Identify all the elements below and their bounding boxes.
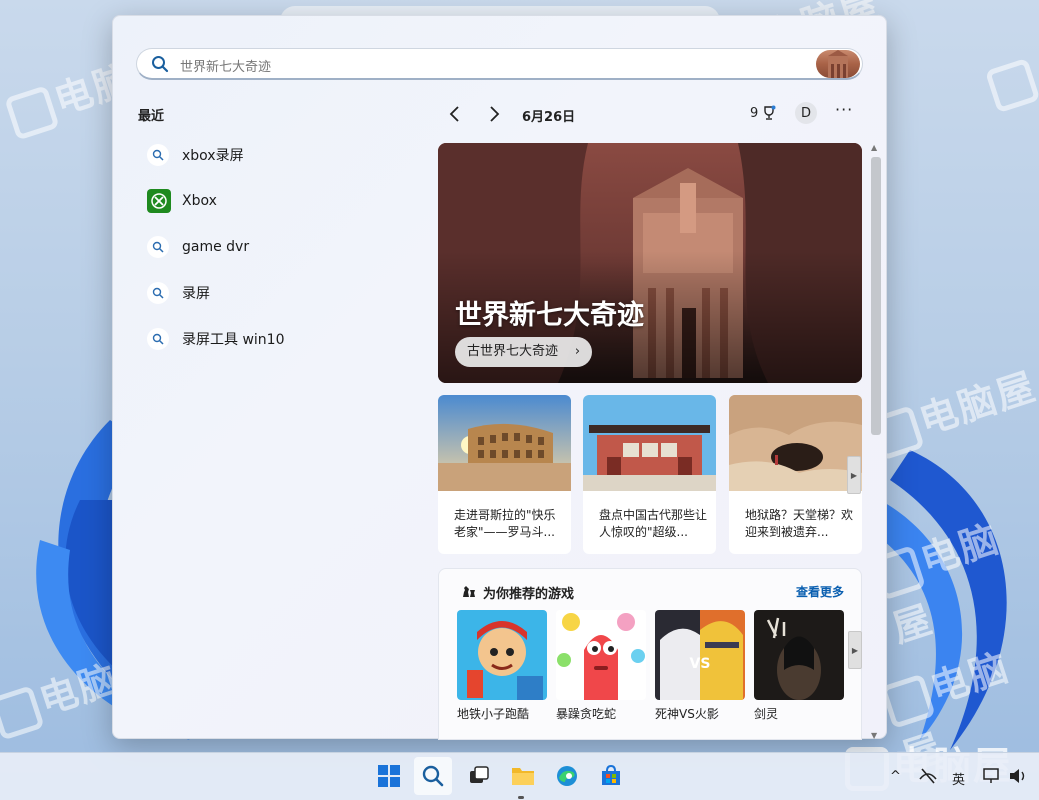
recent-item[interactable]: game dvr (147, 233, 249, 261)
folder-icon (512, 768, 534, 785)
chevron-right-icon: › (574, 344, 581, 359)
search-taskbar-button[interactable] (414, 757, 452, 795)
windows-icon (378, 765, 400, 787)
previous-day-button[interactable] (445, 104, 465, 124)
cave-image (729, 395, 862, 491)
cards-scroll-right-button[interactable]: ▶ (847, 456, 861, 494)
game-tile[interactable]: 剑灵 (754, 610, 844, 722)
recent-item-label: xbox录屏 (182, 148, 244, 164)
network-off-icon[interactable] (918, 767, 938, 785)
search-icon (422, 765, 444, 787)
news-card[interactable]: 盘点中国古代那些让人惊叹的"超级... (583, 395, 716, 554)
search-icon (147, 328, 169, 350)
recent-item-label: Xbox (182, 193, 217, 209)
recent-item-label: game dvr (182, 239, 250, 255)
search-icon (152, 56, 169, 73)
rewards-points[interactable]: 9 (750, 105, 777, 121)
see-more-link[interactable]: 查看更多 (796, 583, 844, 600)
recent-item[interactable]: 录屏工具 win10 (147, 325, 284, 353)
game-title: 剑灵 (754, 707, 779, 721)
search-input-text: 世界新七大奇迹 (180, 60, 272, 75)
chinese-gate-image (583, 395, 716, 491)
game-thumbnail (457, 610, 547, 700)
news-card-text: 盘点中国古代那些让人惊叹的"超级... (599, 508, 708, 539)
xbox-icon (147, 189, 171, 213)
current-date: 6月26日 (522, 110, 576, 125)
news-card[interactable]: 地狱路？天堂梯？欢迎来到被遗弃... (729, 395, 862, 554)
trophy-icon (764, 105, 776, 120)
search-icon (147, 282, 169, 304)
watermark (984, 54, 1039, 113)
news-card-text: 走进哥斯拉的"快乐老家"——罗马斗... (454, 508, 556, 539)
file-explorer-button[interactable] (504, 757, 542, 795)
next-day-button[interactable] (484, 104, 504, 124)
active-app-indicator (518, 796, 524, 799)
game-tile[interactable]: 暴躁贪吃蛇 (556, 610, 646, 722)
recommended-games-section: 为你推荐的游戏 查看更多 地铁小子跑酷 暴躁贪吃蛇 VS 死神VS火影 剑灵 ▶ (438, 568, 862, 740)
more-options-button[interactable]: ··· (835, 100, 853, 119)
search-panel: 世界新七大奇迹 最近 xbox录屏 Xbox game dvr 录屏 录屏工具 … (112, 15, 887, 740)
account-avatar[interactable]: D (795, 102, 817, 124)
search-icon (147, 144, 169, 166)
store-icon (602, 764, 620, 785)
game-title: 地铁小子跑酷 (457, 707, 530, 721)
rewards-points-value: 9 (750, 105, 759, 121)
panel-scrollbar[interactable]: ▲ ▼ (869, 143, 883, 740)
games-section-title: 为你推荐的游戏 (483, 587, 575, 602)
edge-icon (557, 766, 577, 786)
chess-icon (463, 586, 475, 597)
scroll-up-arrow[interactable]: ▲ (871, 143, 877, 152)
chevron-up-icon[interactable]: ^ (890, 769, 901, 784)
game-thumbnail (556, 610, 646, 700)
store-button[interactable] (592, 757, 630, 795)
search-input[interactable]: 世界新七大奇迹 (136, 48, 863, 80)
edge-button[interactable] (548, 757, 586, 795)
search-highlight-thumbnail[interactable] (816, 50, 860, 78)
news-card-text: 地狱路？天堂梯？欢迎来到被遗弃... (745, 508, 854, 539)
colosseum-image (438, 395, 571, 491)
game-thumbnail: VS (655, 610, 745, 700)
start-button[interactable] (370, 757, 408, 795)
display-icon[interactable] (982, 767, 1002, 785)
game-title: 死神VS火影 (655, 707, 719, 721)
game-tile[interactable]: 地铁小子跑酷 (457, 610, 547, 722)
hero-title: 世界新七大奇迹 (455, 300, 644, 331)
volume-icon[interactable] (1008, 767, 1028, 785)
task-view-button[interactable] (460, 757, 498, 795)
hero-chip-label: 古世界七大奇迹 (467, 344, 559, 359)
recent-item[interactable]: 录屏 (147, 279, 210, 307)
svg-text:VS: VS (690, 656, 711, 672)
recent-item[interactable]: xbox录屏 (147, 141, 244, 169)
game-title: 暴躁贪吃蛇 (556, 707, 617, 721)
input-language[interactable]: 英 (952, 769, 965, 788)
search-icon (147, 236, 169, 258)
hero-card[interactable]: 世界新七大奇迹 古世界七大奇迹 › (438, 143, 862, 383)
recent-item[interactable]: Xbox (147, 187, 217, 215)
games-scroll-right-button[interactable]: ▶ (848, 631, 862, 669)
scroll-down-arrow[interactable]: ▼ (871, 731, 877, 740)
recent-item-label: 录屏工具 win10 (182, 332, 285, 348)
scrollbar-thumb[interactable] (871, 157, 881, 435)
hero-chip-button[interactable]: 古世界七大奇迹 › (455, 337, 593, 367)
game-tile[interactable]: VS 死神VS火影 (655, 610, 745, 722)
recent-item-label: 录屏 (182, 286, 210, 302)
recent-title: 最近 (138, 109, 165, 124)
news-card[interactable]: 走进哥斯拉的"快乐老家"——罗马斗... (438, 395, 571, 554)
task-view-icon (470, 766, 489, 783)
game-thumbnail (754, 610, 844, 700)
taskbar: ^ 英 (0, 752, 1039, 800)
